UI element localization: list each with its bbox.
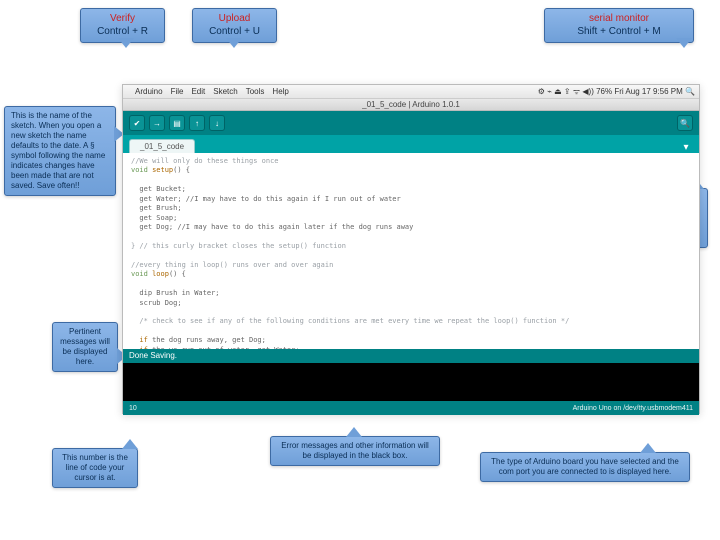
code-line: } // this curly bracket closes the setup… bbox=[131, 242, 346, 250]
callout-linenumber: This number is the line of code your cur… bbox=[52, 448, 138, 488]
tab-menu-button[interactable]: ▾ bbox=[679, 142, 693, 153]
mac-menu-edit[interactable]: Edit bbox=[191, 87, 205, 96]
callout-linenumber-text: This number is the line of code your cur… bbox=[62, 453, 128, 482]
mac-menubar: Arduino File Edit Sketch Tools Help ⚙ ⌁ … bbox=[123, 85, 699, 99]
upload-button[interactable]: → bbox=[149, 115, 165, 131]
callout-serial-sub: Shift + Control + M bbox=[551, 26, 687, 39]
verify-button[interactable]: ✔ bbox=[129, 115, 145, 131]
callout-blackbox-text: Error messages and other information wil… bbox=[281, 441, 429, 460]
callout-messages-text: Pertinent messages will be displayed her… bbox=[60, 327, 110, 366]
callout-serial-title: serial monitor bbox=[551, 13, 687, 26]
toolbar: ✔ → ▤ ↑ ↓ 🔍 bbox=[123, 111, 699, 135]
mac-menu-file[interactable]: File bbox=[171, 87, 184, 96]
board-info: Arduino Uno on /dev/tty.usbmodem411 bbox=[573, 405, 693, 412]
callout-sketchname-text: This is the name of the sketch. When you… bbox=[11, 111, 105, 190]
callout-board-text: The type of Arduino board you have selec… bbox=[491, 457, 679, 476]
new-button[interactable]: ▤ bbox=[169, 115, 185, 131]
callout-messages: Pertinent messages will be displayed her… bbox=[52, 322, 118, 372]
callout-serial: serial monitor Shift + Control + M bbox=[544, 8, 694, 43]
callout-upload-title: Upload bbox=[199, 13, 270, 26]
callout-blackbox: Error messages and other information wil… bbox=[270, 436, 440, 466]
tab-sketch[interactable]: _01_5_code bbox=[129, 139, 195, 153]
code-line: //every thing in loop() runs over and ov… bbox=[131, 261, 333, 269]
footer-bar: 10 Arduino Uno on /dev/tty.usbmodem411 bbox=[123, 401, 699, 415]
callout-board-pointer bbox=[640, 443, 656, 453]
callout-upload-sub: Control + U bbox=[199, 26, 270, 39]
callout-verify-pointer bbox=[118, 38, 134, 48]
console-output bbox=[123, 363, 699, 401]
callout-verify-title: Verify bbox=[87, 13, 158, 26]
callout-upload-pointer bbox=[226, 38, 242, 48]
code-line: /* check to see if any of the following … bbox=[131, 317, 569, 325]
code-line: scrub Dog; bbox=[131, 299, 182, 307]
callout-blackbox-pointer bbox=[346, 427, 362, 437]
mac-menu-sketch[interactable]: Sketch bbox=[213, 87, 237, 96]
callout-sketchname: This is the name of the sketch. When you… bbox=[4, 106, 116, 196]
mac-menubar-right: ⚙ ⌁ ⏏ ⇪ ᯤ ◀)) 76% Fri Aug 17 9:56 PM 🔍 bbox=[538, 86, 695, 97]
line-number: 10 bbox=[129, 405, 137, 412]
mac-menu-app[interactable]: Arduino bbox=[135, 87, 163, 96]
code-line: void bbox=[131, 270, 152, 278]
code-line: if bbox=[131, 336, 148, 344]
callout-linenumber-pointer bbox=[122, 439, 138, 449]
code-line: get Brush; bbox=[131, 204, 182, 212]
code-line: get Dog; //I may have to do this again l… bbox=[131, 223, 413, 231]
open-button[interactable]: ↑ bbox=[189, 115, 205, 131]
tab-bar: _01_5_code ▾ bbox=[123, 135, 699, 153]
callout-serial-pointer bbox=[676, 38, 692, 48]
ide-window: Arduino File Edit Sketch Tools Help ⚙ ⌁ … bbox=[122, 84, 700, 414]
callout-verify-sub: Control + R bbox=[87, 26, 158, 39]
mac-menu-help[interactable]: Help bbox=[272, 87, 288, 96]
window-title: _01_5_code | Arduino 1.0.1 bbox=[123, 99, 699, 111]
code-editor[interactable]: //We will only do these things once void… bbox=[123, 153, 699, 349]
code-line: get Water; //I may have to do this again… bbox=[131, 195, 401, 203]
code-line: dip Brush in Water; bbox=[131, 289, 220, 297]
code-line: void bbox=[131, 166, 152, 174]
mac-menu-tools[interactable]: Tools bbox=[246, 87, 265, 96]
save-button[interactable]: ↓ bbox=[209, 115, 225, 131]
serial-monitor-button[interactable]: 🔍 bbox=[677, 115, 693, 131]
code-line: get Bucket; bbox=[131, 185, 186, 193]
callout-board: The type of Arduino board you have selec… bbox=[480, 452, 690, 482]
status-bar: Done Saving. bbox=[123, 349, 699, 363]
code-line: //We will only do these things once bbox=[131, 157, 279, 165]
code-line: get Soap; bbox=[131, 214, 177, 222]
